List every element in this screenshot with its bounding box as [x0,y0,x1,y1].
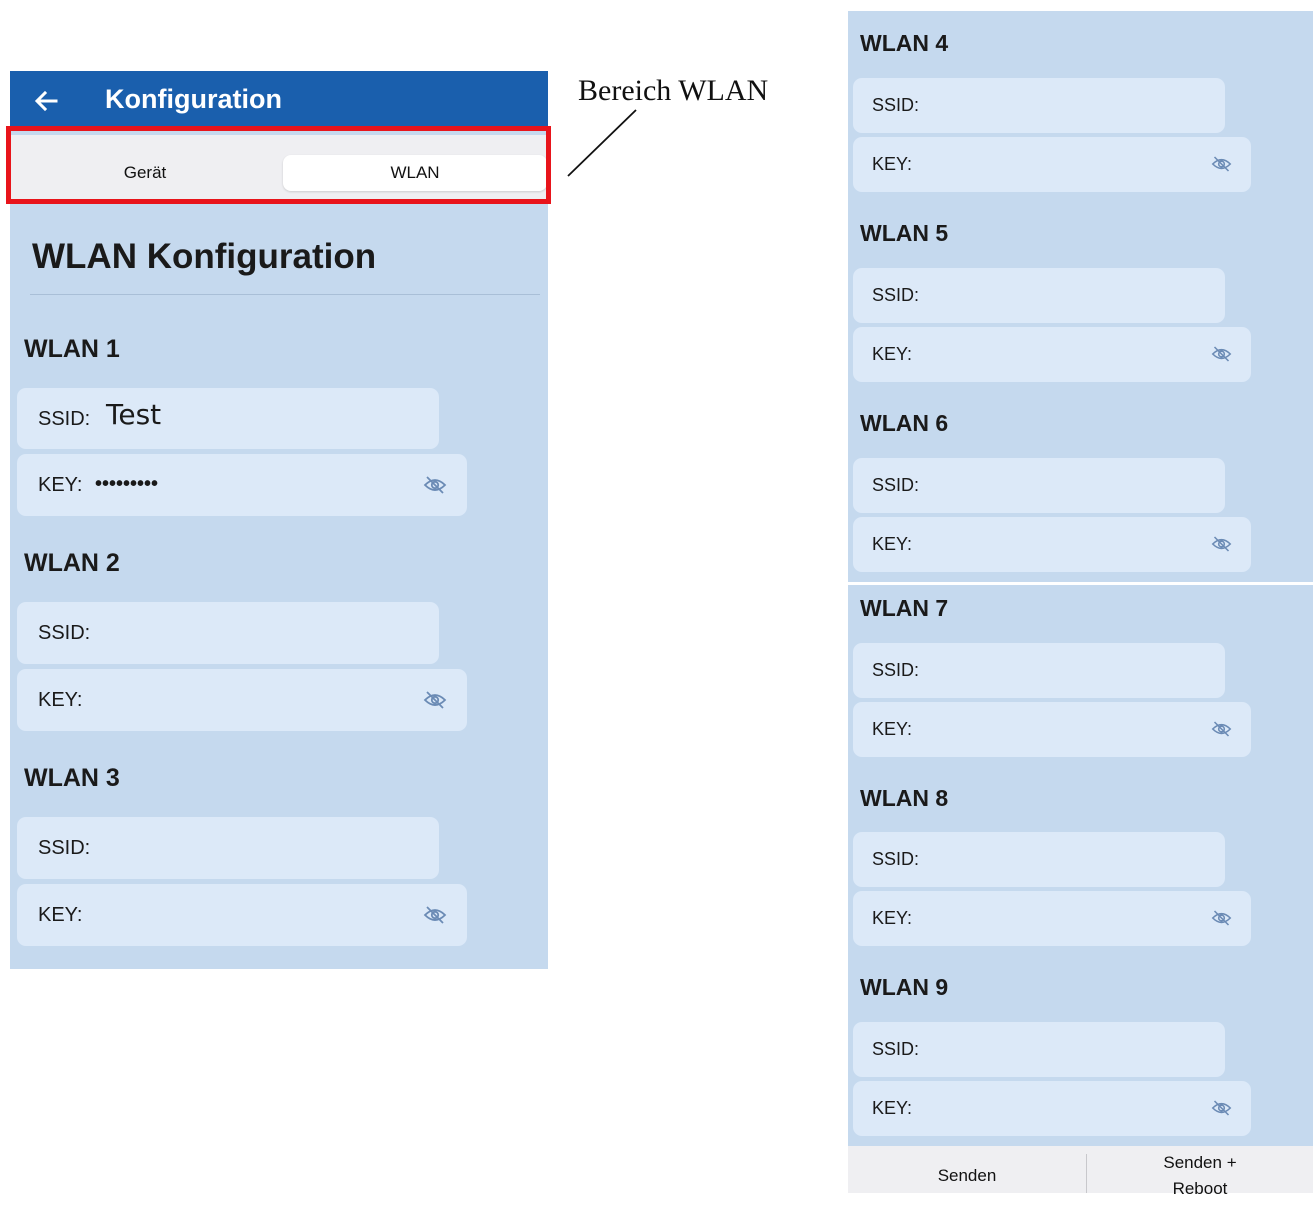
ssid-label: SSID: [872,475,920,495]
send-and-reboot-label-line2: Reboot [1172,1179,1228,1198]
wlan-3-title: WLAN 3 [24,764,120,792]
eye-off-icon[interactable] [1211,155,1232,173]
key-label: KEY: [38,904,83,926]
wlan-8-ssid-field[interactable]: SSID: [853,832,1225,887]
eye-off-icon[interactable] [1211,345,1232,363]
wlan-3-ssid-field[interactable]: SSID: [17,817,439,879]
wlan-4-key-field[interactable]: KEY: [853,137,1251,192]
ssid-label: SSID: [872,1039,920,1059]
send-and-reboot-label-line1: Senden + [1163,1153,1237,1172]
key-label: KEY: [872,154,913,174]
right-screen-bottom: WLAN 7 SSID: KEY: WLAN 8 SSID: KEY: WLAN… [848,585,1313,1146]
annotation-label: Bereich WLAN [578,74,769,107]
key-label: KEY: [872,719,913,739]
key-label: KEY: [872,908,913,928]
eye-off-icon[interactable] [423,905,447,925]
wlan-2-key-field[interactable]: KEY: [17,669,467,731]
ssid-label: SSID: [38,837,91,859]
tab-geraet[interactable]: Gerät [10,155,280,191]
back-arrow-icon[interactable] [32,87,60,115]
wlan-5-key-field[interactable]: KEY: [853,327,1251,382]
ssid-label: SSID: [38,622,91,644]
key-label: KEY: [38,689,83,711]
tab-wlan[interactable]: WLAN [283,155,547,191]
ssid-label: SSID: [872,849,920,869]
key-label: KEY: [38,474,83,496]
key-label: KEY: [872,534,913,554]
wlan-6-ssid-field[interactable]: SSID: [853,458,1225,513]
key-label: KEY: [872,1098,913,1118]
eye-off-icon[interactable] [1211,535,1232,553]
wlan-8-title: WLAN 8 [860,785,949,811]
send-button[interactable]: Senden [848,1146,1086,1193]
wlan-6-title: WLAN 6 [860,410,949,436]
wlan-7-key-field[interactable]: KEY: [853,702,1251,757]
right-screen-top: WLAN 4 SSID: KEY: WLAN 5 SSID: KEY: WLAN… [848,11,1313,582]
wlan-1-ssid-value: Test [106,398,162,431]
wlan-1-title: WLAN 1 [24,335,120,363]
ssid-label: SSID: [38,408,91,430]
send-and-reboot-button[interactable]: Senden + Reboot [1087,1150,1313,1198]
wlan-3-key-field[interactable]: KEY: [17,884,467,946]
ssid-label: SSID: [872,660,920,680]
wlan-7-title: WLAN 7 [860,595,949,621]
tab-bar: Gerät WLAN [10,135,548,201]
page-title: WLAN Konfiguration [32,237,377,276]
wlan-9-ssid-field[interactable]: SSID: [853,1022,1225,1077]
eye-off-icon[interactable] [423,475,447,495]
wlan-6-key-field[interactable]: KEY: [853,517,1251,572]
app-bar-title: Konfiguration [105,84,282,114]
eye-off-icon[interactable] [423,690,447,710]
wlan-5-title: WLAN 5 [860,220,949,246]
wlan-9-title: WLAN 9 [860,974,949,1000]
ssid-label: SSID: [872,285,920,305]
app-bar: Konfiguration [10,71,548,131]
eye-off-icon[interactable] [1211,1099,1232,1117]
wlan-8-key-field[interactable]: KEY: [853,891,1251,946]
wlan-1-ssid-field[interactable]: SSID: Test [17,388,439,449]
wlan-2-ssid-field[interactable]: SSID: [17,602,439,664]
wlan-2-title: WLAN 2 [24,549,120,577]
wlan-1-key-field[interactable]: KEY: ••••••••• [17,454,467,516]
eye-off-icon[interactable] [1211,909,1232,927]
annotation-pointer-line [567,109,637,177]
wlan-7-ssid-field[interactable]: SSID: [853,643,1225,698]
wlan-5-ssid-field[interactable]: SSID: [853,268,1225,323]
wlan-4-title: WLAN 4 [860,30,949,56]
divider [30,294,540,295]
wlan-4-ssid-field[interactable]: SSID: [853,78,1225,133]
bottom-action-bar: Senden Senden + Reboot [848,1146,1313,1198]
eye-off-icon[interactable] [1211,720,1232,738]
wlan-9-key-field[interactable]: KEY: [853,1081,1251,1136]
ssid-label: SSID: [872,95,920,115]
key-label: KEY: [872,344,913,364]
left-screen: Konfiguration Gerät WLAN WLAN Konfigurat… [10,71,548,969]
wlan-1-key-value: ••••••••• [95,473,159,495]
